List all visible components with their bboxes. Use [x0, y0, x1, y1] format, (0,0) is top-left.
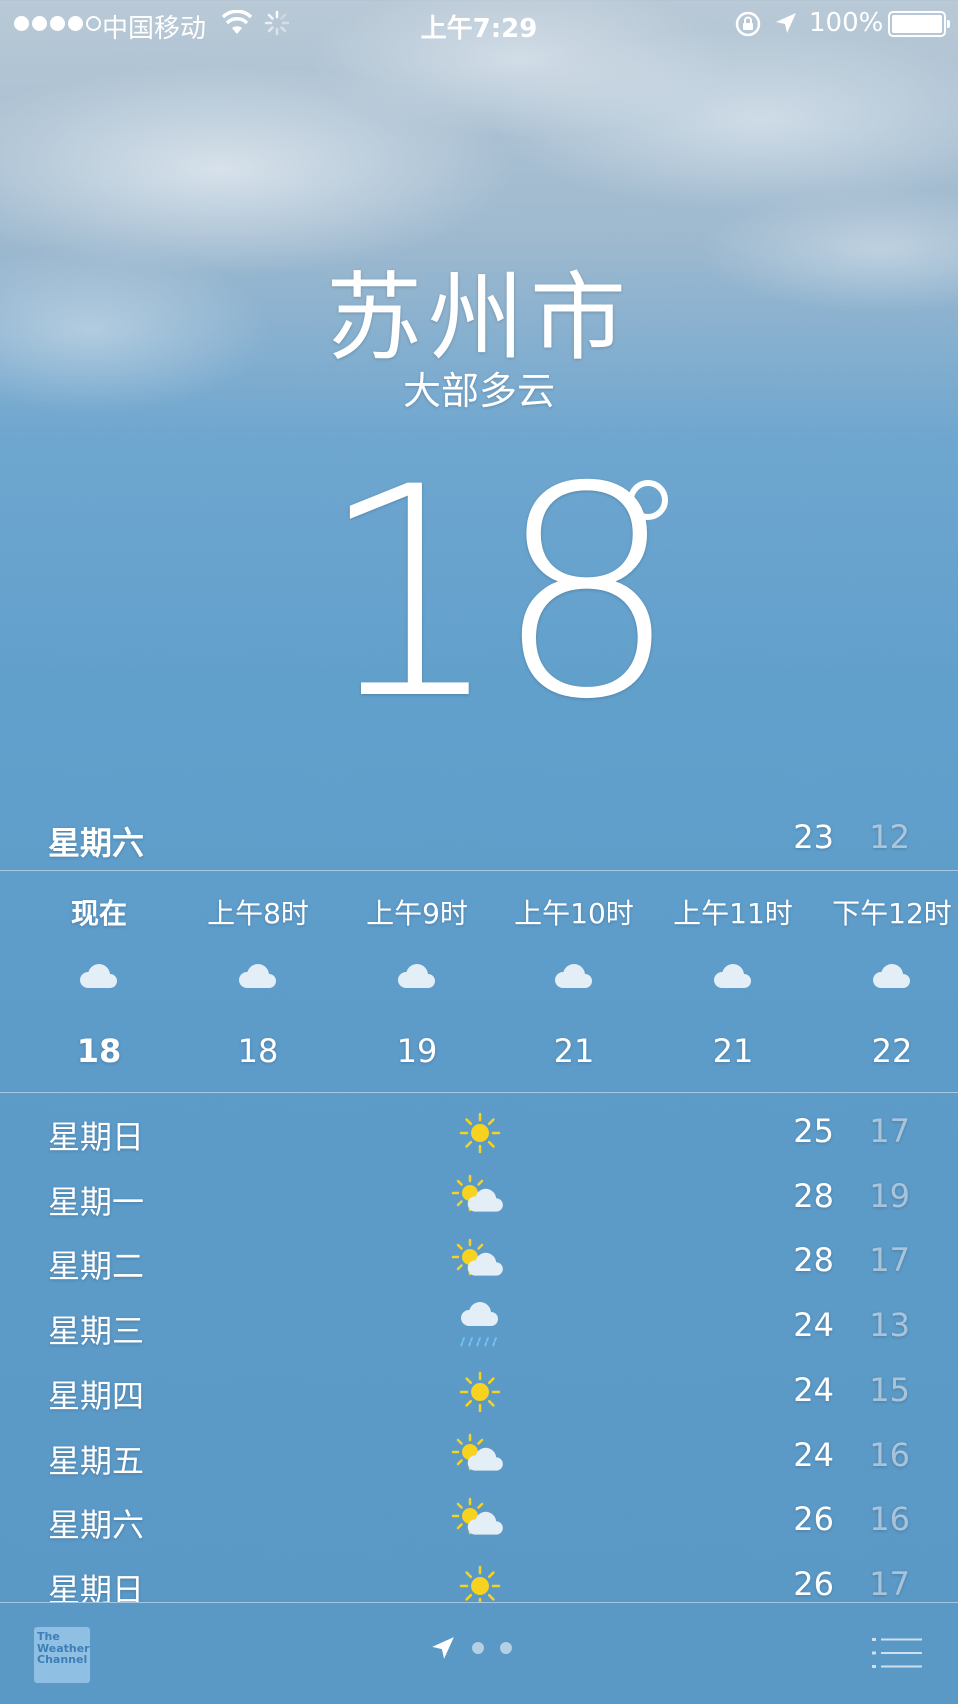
day-high-temp: 28 — [793, 1176, 834, 1215]
degree-symbol — [628, 480, 668, 520]
hour-label: 上午10时 — [514, 897, 634, 930]
daily-row: 星期日 25 17 — [0, 1104, 958, 1168]
daily-row: 星期一 28 19 — [0, 1169, 958, 1233]
day-low-temp: 15 — [869, 1370, 910, 1409]
partly-cloudy-icon — [448, 1235, 512, 1289]
cloud-icon — [392, 960, 442, 1000]
cloud-icon — [74, 960, 124, 1000]
day-name: 星期日 — [48, 1118, 145, 1156]
day-low-temp: 17 — [869, 1564, 910, 1602]
day-name: 星期一 — [48, 1182, 145, 1221]
partly-cloudy-icon — [448, 1494, 512, 1548]
sun-icon — [448, 1106, 512, 1160]
daily-row: 星期日 26 17 — [0, 1557, 958, 1602]
day-name: 星期六 — [48, 1506, 145, 1545]
sun-icon — [448, 1559, 512, 1602]
day-high-temp: 24 — [793, 1370, 834, 1409]
location-services-icon — [776, 13, 796, 33]
location-arrow-icon — [432, 1637, 454, 1659]
battery-level — [892, 15, 942, 33]
cloud-icon — [233, 960, 283, 1000]
hourly-forecast[interactable]: 现在 18 上午8时 18 上午9时 19 上午10时 21 上午11时 21 下午12时 — [0, 870, 958, 1092]
daily-row: 星期五 24 16 — [0, 1428, 958, 1492]
day-high-temp: 26 — [793, 1564, 834, 1602]
logo-line: Channel — [37, 1653, 88, 1667]
rotation-lock-icon — [735, 11, 761, 37]
today-high-temp: 23 — [793, 818, 834, 856]
battery-icon — [888, 11, 950, 37]
daily-row: 星期四 24 15 — [0, 1363, 958, 1427]
today-low-temp: 12 — [869, 818, 910, 856]
divider — [0, 1092, 958, 1093]
logo-line: The — [37, 1630, 60, 1643]
day-name: 星期日 — [48, 1570, 145, 1602]
cloud-icon — [867, 960, 917, 1000]
today-day-name: 星期六 — [48, 824, 145, 862]
hour-label: 上午9时 — [366, 897, 468, 930]
weather-condition: 大部多云 — [402, 369, 555, 413]
day-name: 星期四 — [48, 1376, 145, 1415]
day-name: 星期三 — [48, 1312, 145, 1351]
hour-label: 上午8时 — [207, 897, 309, 930]
day-high-temp: 24 — [793, 1306, 834, 1345]
day-low-temp: 17 — [869, 1112, 910, 1150]
current-temperature: 18 — [318, 450, 679, 740]
sun-icon — [448, 1365, 512, 1419]
page-dot — [472, 1642, 484, 1654]
day-low-temp: 16 — [869, 1500, 910, 1539]
cloud-icon — [549, 960, 599, 1000]
hour-temp: 18 — [237, 1032, 279, 1070]
daily-row: 星期三 24 13 — [0, 1298, 958, 1362]
city-name: 苏州市 — [326, 262, 632, 374]
day-high-temp: 26 — [793, 1500, 834, 1539]
battery-percentage: 100% — [809, 8, 884, 38]
footer-toolbar: The Weather Channel — [0, 1602, 958, 1704]
daily-row: 星期六 26 16 — [0, 1492, 958, 1556]
day-high-temp: 28 — [793, 1241, 834, 1280]
day-low-temp: 16 — [869, 1435, 910, 1474]
hour-temp: 21 — [553, 1032, 595, 1070]
hour-temp: 19 — [396, 1032, 438, 1070]
hour-label: 现在 — [70, 897, 127, 930]
daily-forecast[interactable]: 星期日 25 17 星期一 28 19 星期二 28 17 星期三 24 13 星期四 … — [0, 1094, 958, 1602]
cloud-icon — [708, 960, 758, 1000]
today-summary-row: 星期六 23 12 — [0, 818, 958, 870]
day-name: 星期二 — [48, 1247, 145, 1286]
daily-row: 星期二 28 17 — [0, 1233, 958, 1297]
day-low-temp: 17 — [869, 1241, 910, 1280]
weather-channel-logo[interactable]: The Weather Channel — [34, 1627, 90, 1683]
page-dot — [500, 1642, 512, 1654]
day-high-temp: 24 — [793, 1435, 834, 1474]
partly-cloudy-icon — [448, 1171, 512, 1225]
rain-icon — [448, 1300, 512, 1354]
hour-temp: 21 — [712, 1032, 754, 1070]
status-bar: 中国移动 上午7:29 100% — [0, 0, 958, 48]
hour-temp: 18 — [76, 1032, 122, 1070]
day-low-temp: 19 — [869, 1176, 910, 1215]
current-temperature-value: 18 — [318, 426, 679, 763]
hour-temp: 22 — [871, 1032, 913, 1070]
day-high-temp: 25 — [793, 1112, 834, 1150]
hour-label: 上午11时 — [673, 897, 793, 930]
page-indicator[interactable] — [430, 1635, 512, 1661]
partly-cloudy-icon — [448, 1430, 512, 1484]
hour-label: 下午12时 — [832, 897, 952, 930]
city-list-icon[interactable] — [872, 1637, 922, 1669]
day-low-temp: 13 — [869, 1306, 910, 1345]
day-name: 星期五 — [48, 1441, 145, 1480]
